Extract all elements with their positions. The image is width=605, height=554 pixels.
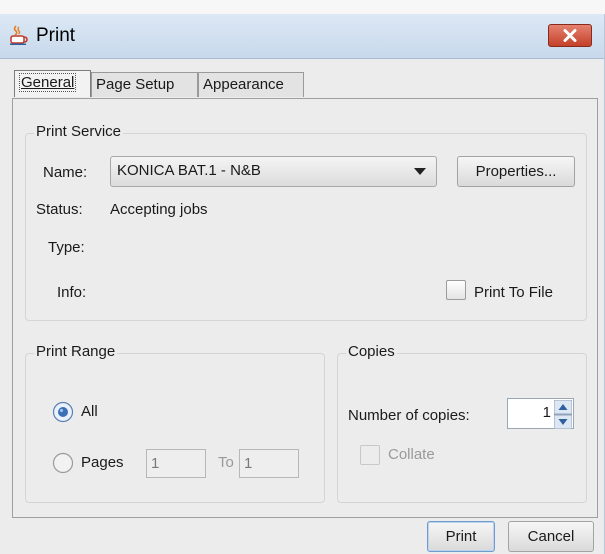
pages-to-field[interactable]: 1 — [239, 449, 299, 478]
close-button[interactable] — [548, 24, 592, 47]
number-of-copies-label: Number of copies: — [348, 407, 470, 424]
properties-button-label: Properties... — [475, 163, 557, 180]
pages-from-value: 1 — [151, 455, 160, 472]
all-radio-button[interactable] — [52, 401, 74, 423]
cancel-button-label: Cancel — [527, 528, 575, 545]
tab-appearance[interactable]: Appearance — [198, 72, 304, 97]
all-label[interactable]: All — [81, 403, 98, 420]
spinner-buttons — [553, 399, 573, 430]
java-icon — [8, 24, 28, 46]
background-window-strip — [0, 0, 605, 14]
dropdown-arrow-icon — [414, 168, 426, 175]
copies-value: 1 — [542, 404, 551, 421]
window-title: Print — [36, 25, 76, 46]
tab-appearance-label: Appearance — [203, 76, 284, 93]
collate-label: Collate — [388, 446, 435, 463]
print-to-file-checkbox[interactable] — [446, 280, 466, 300]
info-label: Info: — [57, 284, 87, 301]
pages-to-value: 1 — [244, 455, 253, 472]
status-value: Accepting jobs — [110, 201, 208, 218]
printer-name-value: KONICA BAT.1 - N&B — [117, 162, 261, 179]
cancel-button[interactable]: Cancel — [508, 521, 594, 552]
type-label: Type: — [48, 239, 85, 256]
pages-from-field[interactable]: 1 — [146, 449, 206, 478]
tab-page-setup[interactable]: Page Setup — [91, 72, 198, 97]
print-button[interactable]: Print — [427, 521, 495, 552]
general-tab-panel: Print Service Name: KONICA BAT.1 - N&B P… — [12, 98, 598, 518]
print-dialog: Print General Page Setup Appearance Prin… — [0, 14, 605, 554]
copies-group: Copies Number of copies: 1 Collate — [337, 343, 587, 503]
tab-general-label: General — [21, 74, 75, 91]
screen: Print General Page Setup Appearance Prin… — [0, 0, 605, 554]
name-label: Name: — [43, 164, 88, 181]
status-label: Status: — [36, 201, 83, 218]
close-icon — [563, 29, 577, 42]
printer-name-dropdown[interactable]: KONICA BAT.1 - N&B — [110, 156, 437, 187]
tab-general[interactable]: General — [14, 70, 91, 97]
to-label: To — [218, 454, 234, 471]
copies-spinner[interactable]: 1 — [507, 398, 574, 430]
pages-radio-button[interactable] — [52, 452, 74, 474]
pages-label[interactable]: Pages — [81, 454, 124, 471]
print-service-title: Print Service — [34, 123, 124, 140]
copies-title: Copies — [346, 343, 397, 360]
properties-button[interactable]: Properties... — [457, 156, 575, 187]
print-button-label: Print — [445, 528, 477, 545]
tab-page-setup-label: Page Setup — [96, 76, 175, 93]
print-to-file-label[interactable]: Print To File — [474, 284, 553, 301]
collate-checkbox[interactable] — [360, 445, 380, 465]
print-range-group: Print Range All Pages 1 To 1 — [25, 343, 325, 503]
title-bar[interactable]: Print — [0, 14, 604, 59]
print-service-group: Print Service Name: KONICA BAT.1 - N&B P… — [25, 123, 587, 321]
print-range-title: Print Range — [34, 343, 118, 360]
